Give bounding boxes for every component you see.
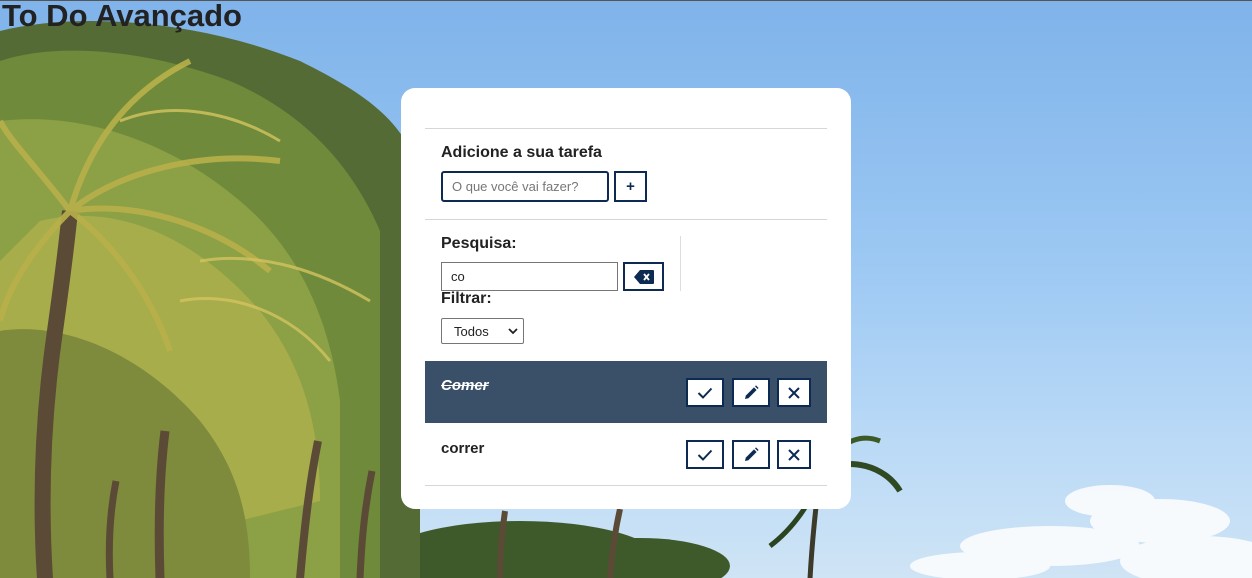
edit-todo-button[interactable]: [732, 440, 770, 469]
add-task-label: Adicione a sua tarefa: [441, 144, 602, 161]
todo-item: correr: [425, 424, 827, 486]
erase-search-button[interactable]: [623, 262, 664, 291]
pencil-icon: [745, 446, 759, 461]
x-icon: [788, 448, 800, 461]
search-input[interactable]: [441, 262, 618, 291]
app-title: To Do Avançado: [2, 0, 242, 33]
chevron-down-icon: [508, 328, 518, 335]
remove-todo-button[interactable]: [777, 378, 811, 407]
filter-select[interactable]: Todos: [441, 318, 524, 344]
divider: [425, 128, 827, 129]
x-icon: [788, 386, 800, 399]
filter-selected-value: Todos: [454, 323, 489, 339]
vertical-divider: [680, 236, 681, 291]
todo-title: correr: [441, 440, 485, 457]
todo-item: Comer: [425, 361, 827, 423]
pencil-icon: [745, 384, 759, 399]
add-task-button[interactable]: +: [614, 171, 647, 202]
remove-todo-button[interactable]: [777, 440, 811, 469]
edit-todo-button[interactable]: [732, 378, 770, 407]
search-label: Pesquisa:: [441, 235, 517, 252]
todo-title: Comer: [441, 377, 489, 394]
check-icon: [697, 387, 713, 399]
divider: [425, 219, 827, 220]
finish-todo-button[interactable]: [686, 378, 724, 407]
new-task-input[interactable]: [441, 171, 609, 202]
todo-card: Adicione a sua tarefa + Pesquisa: Filtra…: [401, 88, 851, 509]
finish-todo-button[interactable]: [686, 440, 724, 469]
filter-label: Filtrar:: [441, 290, 492, 307]
backspace-icon: [633, 269, 654, 284]
check-icon: [697, 449, 713, 461]
